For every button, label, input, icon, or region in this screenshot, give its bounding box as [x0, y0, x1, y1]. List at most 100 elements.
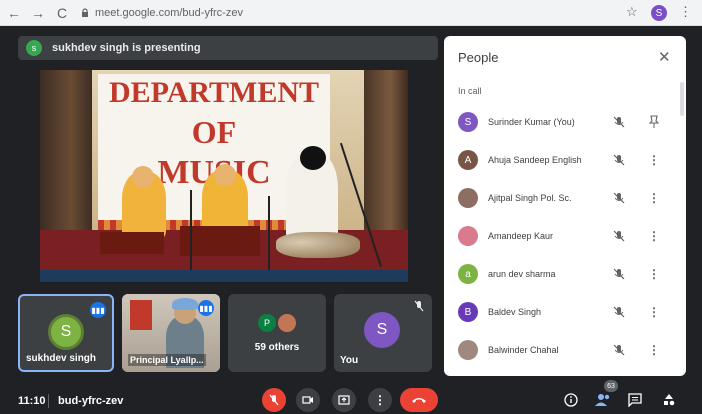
participant-name: Baldev Singh — [488, 307, 542, 317]
pin-icon[interactable] — [648, 115, 660, 129]
participant-row[interactable]: Balwinder Chahal ⋮ — [444, 332, 686, 368]
end-call-button[interactable] — [400, 388, 438, 412]
camera-toggle-button[interactable] — [296, 388, 320, 412]
activities-icon[interactable] — [660, 391, 678, 409]
participant-avatar: a — [458, 264, 478, 284]
mic-stand-2 — [268, 196, 270, 270]
participant-avatar — [458, 340, 478, 360]
address-bar[interactable]: meet.google.com/bud-yfrc-zev — [80, 3, 620, 23]
meeting-info-icon[interactable] — [562, 391, 580, 409]
musician-2-head — [214, 164, 236, 186]
more-options-button[interactable]: ⋮ — [368, 388, 392, 412]
url-text: meet.google.com/bud-yfrc-zev — [95, 7, 243, 19]
meeting-code: bud-yfrc-zev — [58, 395, 124, 407]
mic-off-icon[interactable] — [612, 191, 626, 205]
browser-menu-icon[interactable]: ⋮ — [679, 4, 692, 20]
participant-row[interactable]: Ajitpal Singh Pol. Sc. ⋮ — [444, 180, 686, 216]
mic-off-icon[interactable] — [612, 305, 626, 319]
more-options-icon[interactable]: ⋮ — [648, 343, 660, 357]
divider — [48, 394, 49, 408]
participant-name: Ahuja Sandeep English — [488, 155, 582, 165]
participant-name: Ajitpal Singh Pol. Sc. — [488, 193, 572, 203]
panel-title: People — [458, 50, 499, 65]
hang-up-icon — [412, 398, 426, 403]
participant-row[interactable]: a arun dev sharma ⋮ — [444, 256, 686, 292]
wall-poster — [130, 300, 152, 330]
bookmark-star-icon[interactable]: ☆ — [626, 4, 638, 20]
lock-icon — [82, 8, 88, 17]
sign-line-1: DEPARTMENT — [108, 76, 320, 109]
musician-1-head — [132, 166, 154, 188]
participant-row[interactable]: B Baldev Singh ⋮ — [444, 294, 686, 330]
camera-icon — [302, 396, 313, 404]
mic-off-icon — [269, 394, 279, 406]
bottom-bar: 11:10 bud-yfrc-zev ⋮ — [0, 386, 702, 414]
more-options-icon[interactable]: ⋮ — [648, 229, 660, 243]
participant-avatar: A — [458, 150, 478, 170]
mic-off-icon[interactable] — [612, 267, 626, 281]
participant-name: Surinder Kumar (You) — [488, 117, 575, 127]
mic-off-icon[interactable] — [612, 343, 626, 357]
chat-icon[interactable] — [626, 391, 644, 409]
meeting-time: 11:10 — [18, 395, 46, 407]
tile-name: sukhdev singh — [26, 353, 97, 364]
participant-turban — [172, 298, 198, 310]
harmonium-1 — [100, 232, 164, 254]
tile-sukhdev-singh[interactable]: S ▮▮▮ sukhdev singh — [18, 294, 114, 372]
more-options-icon[interactable]: ⋮ — [648, 153, 660, 167]
participant-count-badge: 63 — [604, 380, 618, 392]
profile-avatar[interactable]: S — [651, 5, 667, 21]
harmonium-2 — [180, 226, 260, 256]
others-count: 59 others — [254, 342, 300, 353]
close-icon[interactable]: ✕ — [658, 48, 671, 66]
participant-name: arun dev sharma — [488, 269, 556, 279]
others-avatars: P — [258, 314, 296, 332]
reload-icon[interactable]: C — [52, 3, 72, 23]
browser-toolbar: ← → C meet.google.com/bud-yfrc-zev ☆ S ⋮ — [0, 0, 702, 26]
avatar: P — [258, 314, 276, 332]
participant-avatar — [458, 188, 478, 208]
back-icon[interactable]: ← — [4, 3, 24, 23]
forward-icon[interactable]: → — [28, 3, 48, 23]
tile-you[interactable]: S You — [334, 294, 432, 372]
participant-avatar: S — [458, 112, 478, 132]
windows-taskbar — [40, 270, 408, 282]
tile-name: Principal Lyallp... — [128, 354, 206, 366]
presentation-screen: DEPARTMENT OF MUSIC — [40, 70, 408, 282]
more-options-icon[interactable]: ⋮ — [648, 305, 660, 319]
presenting-banner: s sukhdev singh is presenting — [18, 36, 438, 60]
presenting-text: sukhdev singh is presenting — [52, 42, 201, 54]
mic-stand-1 — [190, 190, 192, 270]
participant-row[interactable]: S Surinder Kumar (You) — [444, 104, 686, 140]
tile-name: You — [340, 355, 359, 366]
in-call-label: In call — [458, 86, 482, 96]
mic-off-icon[interactable] — [612, 153, 626, 167]
avatar: S — [48, 314, 84, 350]
tabla — [276, 232, 360, 258]
speaking-indicator-icon: ▮▮▮ — [198, 300, 214, 316]
avatar: S — [364, 312, 400, 348]
mic-off-icon — [414, 300, 424, 312]
tile-others[interactable]: P 59 others — [228, 294, 326, 372]
mic-off-icon[interactable] — [612, 115, 626, 129]
participant-name: Amandeep Kaur — [488, 231, 554, 241]
mic-off-icon[interactable] — [612, 229, 626, 243]
sign-line-2: OF — [191, 114, 237, 150]
mic-toggle-button[interactable] — [262, 388, 286, 412]
more-options-icon[interactable]: ⋮ — [648, 191, 660, 205]
people-panel: People ✕ In call S Surinder Kumar (You) A A… — [444, 36, 686, 376]
participant-row[interactable]: A Ahuja Sandeep English ⋮ — [444, 142, 686, 178]
present-screen-icon — [338, 395, 350, 405]
people-icon[interactable] — [594, 391, 612, 409]
avatar — [278, 314, 296, 332]
presenter-avatar: s — [26, 40, 42, 56]
present-screen-button[interactable] — [332, 388, 356, 412]
participant-avatar — [458, 226, 478, 246]
speaking-indicator-icon: ▮▮▮ — [90, 302, 106, 318]
musician-3-turban — [300, 146, 326, 170]
participant-row[interactable]: Amandeep Kaur ⋮ — [444, 218, 686, 254]
participant-avatar: B — [458, 302, 478, 322]
more-options-icon[interactable]: ⋮ — [648, 267, 660, 281]
tile-principal[interactable]: ▮▮▮ Principal Lyallp... — [122, 294, 220, 372]
participant-name: Balwinder Chahal — [488, 345, 559, 355]
